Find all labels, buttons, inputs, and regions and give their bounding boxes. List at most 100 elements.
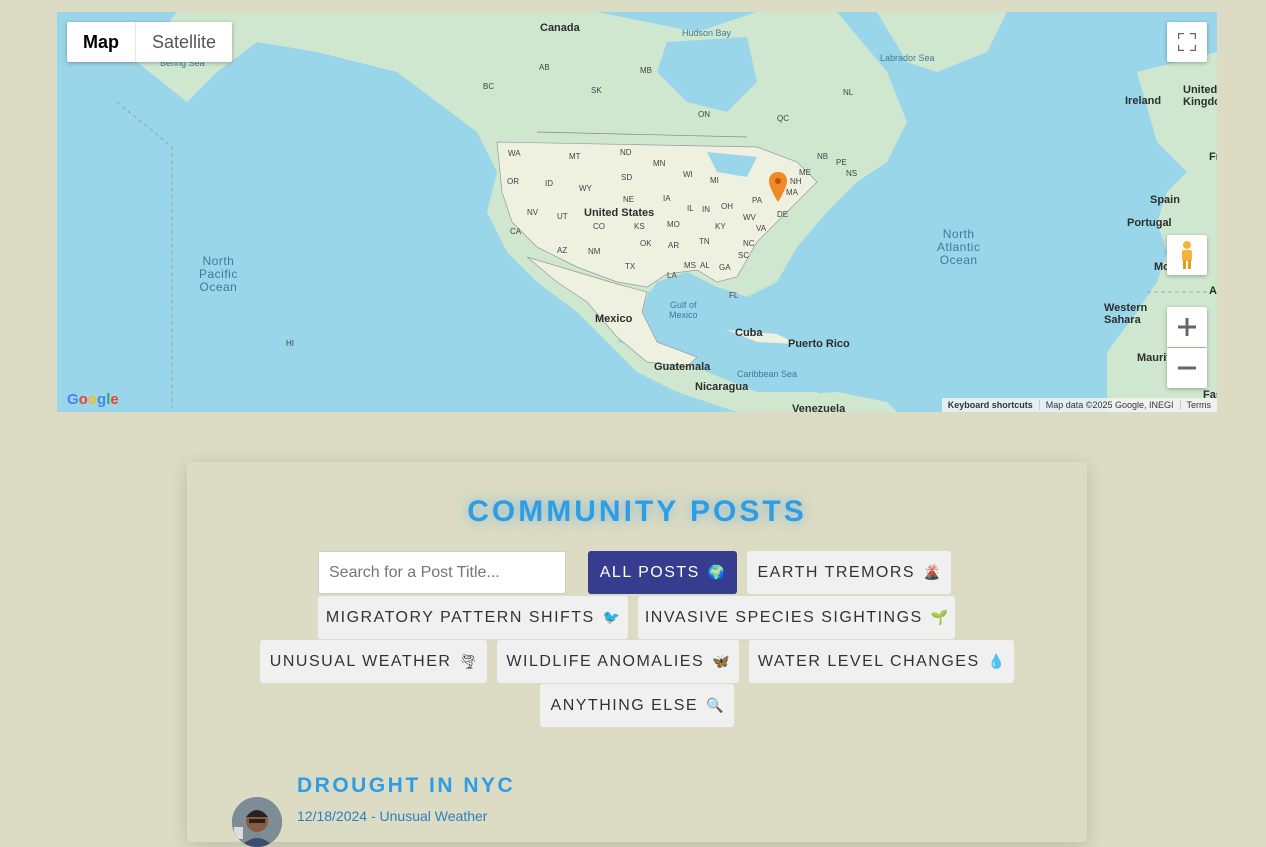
map-label-state: WI (683, 170, 693, 179)
filter-all-posts[interactable]: ALL POSTS 🌍 (588, 551, 737, 594)
map-label-state: NE (623, 195, 635, 204)
filter-invasive-species-sightings[interactable]: INVASIVE SPECIES SIGHTINGS 🌱 (638, 596, 955, 639)
zoom-out-button[interactable] (1167, 348, 1207, 388)
map-view[interactable]: Canada Hudson Bay Labrador Sea Bering Se… (57, 12, 1217, 412)
map-type-satellite-button[interactable]: Satellite (135, 22, 232, 62)
filter-unusual-weather[interactable]: UNUSUAL WEATHER 🌪 (260, 640, 487, 683)
map-label-state: IN (702, 205, 710, 214)
map-label-labrador-sea: Labrador Sea (880, 53, 935, 63)
map-label-caribbean-sea: Caribbean Sea (737, 369, 798, 379)
map-label-france: Fran (1209, 151, 1217, 163)
map-label-north-atlantic: North Atlantic Ocean (937, 227, 981, 267)
map-label-western-sahara: Western Sahara (1104, 302, 1148, 326)
map-label-state: MO (667, 220, 680, 229)
filter-wildlife-anomalies[interactable]: WILDLIFE ANOMALIES 🦋 (497, 640, 739, 683)
map-label-state: NV (527, 208, 539, 217)
filter-anything-else[interactable]: ANYTHING ELSE 🔍 (540, 684, 734, 727)
map-label-state: WV (743, 213, 756, 222)
bird-icon: 🐦 (602, 609, 621, 625)
globe-icon: 🌍 (707, 564, 726, 580)
map-label-nicaragua: Nicaragua (695, 381, 749, 393)
map-label-province: AB (539, 63, 550, 72)
filter-label: ANYTHING ELSE (550, 696, 699, 714)
user-photo (232, 797, 282, 847)
map-label-state: MT (569, 152, 581, 161)
map-label-state: ID (545, 179, 553, 188)
terms-link[interactable]: Terms (1179, 400, 1218, 410)
map-label-mexico: Mexico (595, 313, 633, 325)
map-label-united-kingdom: United Kingdom (1183, 84, 1217, 108)
map-label-portugal: Portugal (1127, 217, 1172, 229)
post-date: 12/18/2024 (297, 808, 368, 824)
filter-migratory-pattern-shifts[interactable]: MIGRATORY PATTERN SHIFTS 🐦 (318, 596, 628, 639)
map-label-province: NB (817, 152, 829, 161)
filter-label: WILDLIFE ANOMALIES (506, 652, 705, 670)
map-label-state: NC (743, 239, 755, 248)
filter-label: ALL POSTS (599, 563, 700, 581)
pegman-icon (1182, 241, 1192, 269)
google-logo: Google (67, 391, 119, 408)
map-label-province: NS (846, 169, 858, 178)
map-label-state: MI (710, 176, 719, 185)
map-label-state: OR (507, 177, 519, 186)
map-label-province: SK (591, 86, 602, 95)
post-title[interactable]: DROUGHT IN NYC (297, 774, 515, 798)
map-label-state: CO (593, 222, 605, 231)
section-title: COMMUNITY POSTS (467, 495, 807, 528)
map-label-province: MB (640, 66, 652, 75)
map-label-gulf-of-mexico: Gulf of Mexico (669, 300, 698, 320)
filter-label: UNUSUAL WEATHER (269, 652, 452, 670)
map-label-province: QC (777, 114, 789, 123)
map-label-state: MS (684, 261, 696, 270)
keyboard-shortcuts-link[interactable]: Keyboard shortcuts (942, 400, 1039, 410)
filter-earth-tremors[interactable]: EARTH TREMORS 🌋 (747, 551, 951, 594)
map-label-state: WY (579, 184, 592, 193)
map-label-state: UT (557, 212, 568, 221)
map-label-state: KS (634, 222, 645, 231)
fullscreen-button[interactable] (1167, 22, 1207, 62)
post-meta: 12/18/2024 - Unusual Weather (297, 808, 487, 824)
map-label-state: CA (510, 227, 522, 236)
map-label-guatemala: Guatemala (654, 361, 711, 373)
map-label-hawaii: HI (286, 339, 294, 348)
map-label-north-pacific: North Pacific Ocean (199, 254, 238, 294)
map-label-spain: Spain (1150, 194, 1180, 206)
plus-icon (1178, 318, 1196, 336)
map-label-state: ME (799, 168, 811, 177)
map-label-united-states: United States (584, 207, 655, 219)
filter-label: WATER LEVEL CHANGES (757, 652, 980, 670)
map-label-venezuela: Venezuela (792, 403, 846, 412)
map-label-state: GA (719, 263, 731, 272)
map-label-canada: Canada (540, 22, 580, 34)
map-label-hudson-bay: Hudson Bay (682, 28, 732, 38)
map-label-state: DE (777, 210, 789, 219)
map-label-state: TX (625, 262, 636, 271)
map-label-state: VA (756, 224, 767, 233)
zoom-in-button[interactable] (1167, 307, 1207, 347)
map-label-state: IL (687, 204, 694, 213)
street-view-pegman-button[interactable] (1167, 235, 1207, 275)
map-label-state: NH (790, 177, 802, 186)
filter-label: INVASIVE SPECIES SIGHTINGS (644, 608, 923, 626)
map-label-state: ND (620, 148, 632, 157)
post-search-input[interactable] (318, 551, 566, 594)
tornado-icon: 🌪 (459, 653, 478, 669)
seedling-icon: 🌱 (930, 609, 949, 625)
map-type-map-button[interactable]: Map (67, 22, 135, 62)
avatar[interactable] (232, 797, 282, 847)
post-category[interactable]: Unusual Weather (380, 808, 488, 824)
map-label-state: AZ (557, 246, 568, 255)
filter-water-level-changes[interactable]: WATER LEVEL CHANGES 💧 (749, 640, 1014, 683)
fullscreen-icon (1178, 33, 1196, 51)
map-label-state: NM (588, 247, 601, 256)
map-label-state: TN (699, 237, 710, 246)
map-label-province: BC (483, 82, 495, 91)
map-label-state: OH (721, 202, 733, 211)
map-type-control: Map Satellite (67, 22, 233, 62)
map-label-state: SC (738, 251, 750, 260)
map-data-text: Map data ©2025 Google, INEGI (1038, 400, 1180, 410)
map-label-state: KY (715, 222, 726, 231)
map-label-province: ON (698, 110, 710, 119)
map-label-state: WA (508, 149, 521, 158)
location-marker-icon[interactable] (769, 172, 787, 202)
